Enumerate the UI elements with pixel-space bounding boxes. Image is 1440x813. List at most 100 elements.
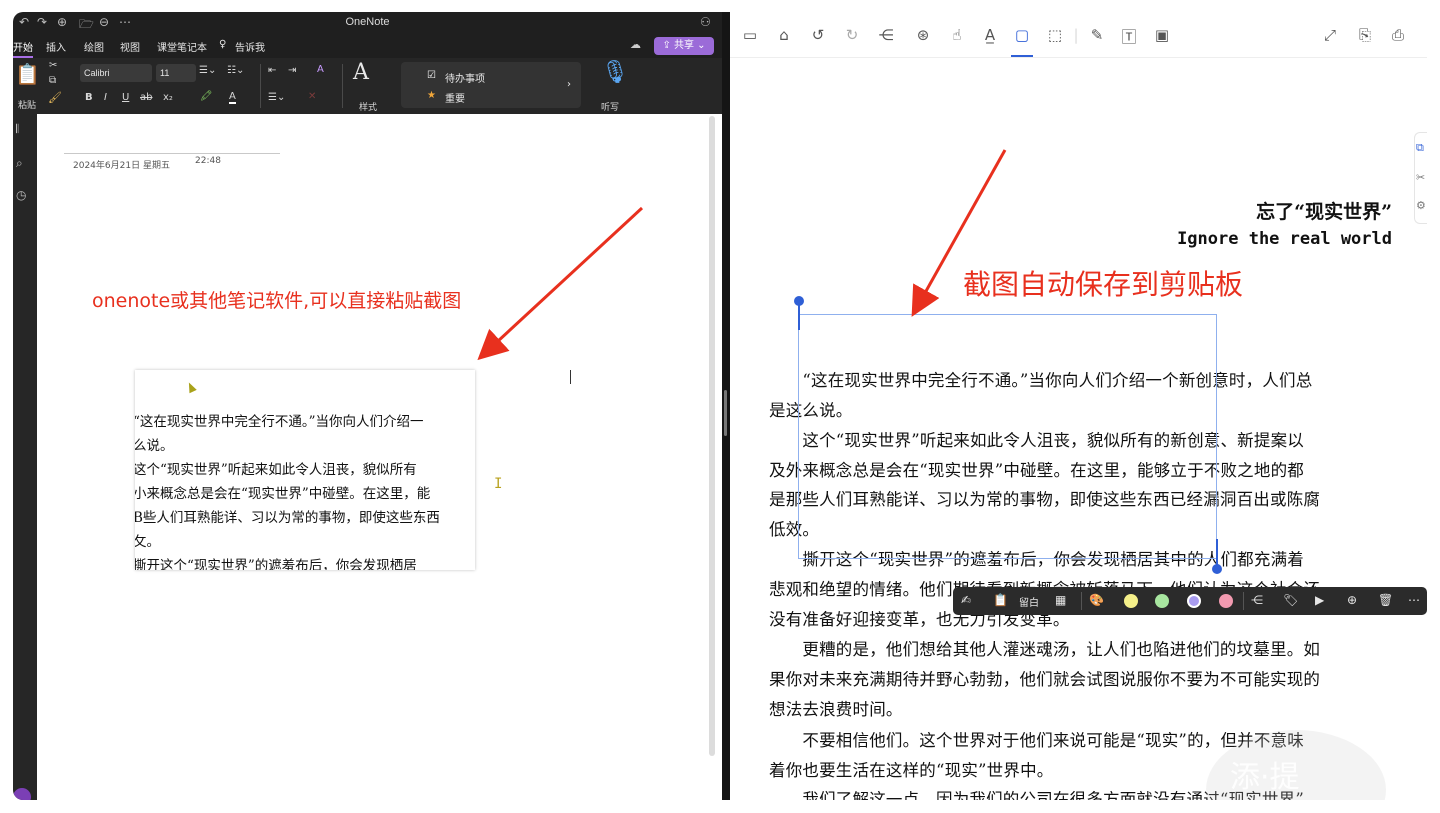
palette-icon[interactable]: 🎨	[1089, 593, 1104, 607]
note-page[interactable]: 2024年6月21日 星期五 22:48 onenote或其他笔记软件,可以直接…	[37, 114, 722, 800]
ribbon-divider	[342, 64, 343, 108]
chevron-right-icon[interactable]: ›	[567, 79, 571, 90]
trash-icon[interactable]: 🗑	[1378, 593, 1393, 607]
selection-caret-start	[798, 304, 800, 330]
indent-icon[interactable]: ⇥	[288, 65, 296, 76]
styles-label[interactable]: 样式	[359, 100, 377, 113]
mind-map-icon[interactable]: ⋲	[1251, 593, 1263, 607]
selection-handle-end[interactable]	[1212, 564, 1222, 574]
screenshot-tool-icon[interactable]: ▢	[1012, 26, 1032, 44]
color-green-icon[interactable]	[1155, 594, 1169, 608]
scrollbar[interactable]	[709, 116, 715, 756]
mind-map-icon[interactable]: ⋲	[876, 26, 896, 44]
search-icon[interactable]: ⌕	[16, 156, 23, 171]
fit-screen-icon[interactable]: ⤢	[1320, 26, 1340, 44]
clear-format-icon[interactable]: A	[317, 64, 324, 75]
rotate-left-icon[interactable]: ↺	[808, 26, 828, 44]
pasted-line: 撕开这个“现实世界”的遮羞布后，你会发现栖居	[135, 558, 417, 570]
tab-tell-me[interactable]: 告诉我	[235, 39, 265, 54]
share-button[interactable]: ⇪ 共享 ⌄	[654, 37, 714, 55]
styles-icon[interactable]: A	[353, 60, 369, 85]
clear-icon[interactable]: ✕	[308, 91, 316, 102]
margin-button[interactable]: 留白	[1019, 594, 1039, 609]
highlight-icon[interactable]: 🖍	[200, 91, 213, 102]
tag-icon[interactable]: 🏷	[1283, 593, 1298, 607]
italic-button[interactable]: I	[104, 92, 107, 103]
pasted-line: 攵。	[135, 534, 160, 550]
tab-view[interactable]: 视图	[120, 39, 140, 54]
hand-tool-icon[interactable]: ☝	[947, 26, 967, 44]
chapter-heading: 忘了“现实世界”	[1256, 201, 1392, 223]
pasted-screenshot[interactable]: “这在现实世界中完全行不通。”当你向人们介绍一 么说。 这个“现实世界”听起来如…	[135, 370, 475, 570]
send-icon[interactable]: ▶	[1315, 593, 1324, 607]
rotate-right-icon[interactable]: ↻	[842, 26, 862, 44]
numbered-list-icon[interactable]: ☷⌄	[227, 65, 244, 76]
tab-home[interactable]: 开始	[13, 39, 33, 58]
pen-icon[interactable]: ✎	[1087, 26, 1107, 44]
split-divider[interactable]	[722, 12, 730, 800]
divider-handle[interactable]	[724, 390, 727, 436]
avatar[interactable]	[13, 788, 31, 800]
note-icon[interactable]: ✍	[961, 593, 971, 607]
text-box-icon[interactable]: 🅃	[1119, 26, 1139, 47]
outdent-icon[interactable]: ⇤	[268, 65, 276, 76]
settings-icon[interactable]: ⚙	[1416, 199, 1426, 212]
more-icon[interactable]: ⋯	[1408, 593, 1420, 607]
copy-icon[interactable]: ⧉	[1416, 141, 1424, 155]
font-name-select[interactable]: Calibri	[80, 64, 152, 82]
side-panel-tab[interactable]: ⧉ ✂ ⚙	[1414, 132, 1427, 224]
color-purple-icon[interactable]	[1187, 594, 1201, 608]
image-icon[interactable]: ▣	[1152, 26, 1172, 44]
toolbar-divider	[1081, 592, 1082, 610]
search-doc-icon[interactable]: ⎘	[1355, 26, 1375, 44]
dictate-label[interactable]: 听写	[601, 100, 619, 113]
screenshot-selection[interactable]	[798, 314, 1217, 559]
copy-icon[interactable]: ⧉	[49, 75, 56, 86]
page-time: 22:48	[195, 156, 221, 166]
body-line: 着你也要生活在这样的“现实”世界中。	[769, 761, 1054, 780]
font-color-icon[interactable]: A	[229, 91, 236, 104]
cloud-sync-icon[interactable]: ☁	[630, 38, 641, 51]
table-icon[interactable]: ▦	[1055, 593, 1066, 607]
bullet-list-icon[interactable]: ☰⌄	[199, 65, 216, 76]
scroll-mode-icon[interactable]: ⊛	[913, 26, 933, 44]
color-yellow-icon[interactable]	[1124, 594, 1138, 608]
bookmark-icon[interactable]: ⎙	[1388, 26, 1408, 44]
body-line: 更糟的是，他们想给其他人灌迷魂汤，让人们也陷进他们的坟墓里。如	[769, 640, 1321, 659]
shape-select-icon[interactable]: ⬚	[1045, 26, 1065, 44]
sidebar-toggle-icon[interactable]: ▭	[740, 26, 760, 44]
cut-icon[interactable]: ✂	[49, 60, 57, 71]
translate-icon[interactable]: ⊕	[1347, 593, 1357, 607]
text-highlight-icon[interactable]: A̲	[980, 26, 1000, 44]
tag-important[interactable]: 重要	[445, 90, 465, 105]
bold-button[interactable]: B	[85, 92, 93, 103]
tags-gallery[interactable]: ☑ 待办事项 ★ 重要 ›	[401, 62, 581, 108]
share-network-icon[interactable]: ⚇	[700, 15, 711, 29]
notebooks-icon[interactable]: 𝄃	[16, 122, 19, 137]
recent-icon[interactable]: ◷	[16, 188, 26, 202]
paste-label[interactable]: 粘贴	[18, 98, 36, 111]
microphone-icon[interactable]: 🎙	[601, 60, 629, 85]
page-date: 2024年6月21日 星期五	[73, 161, 170, 171]
window-title: OneNote	[345, 16, 390, 28]
format-painter-icon[interactable]: 🖌	[48, 91, 62, 104]
tag-todo[interactable]: 待办事项	[445, 70, 485, 85]
tab-insert[interactable]: 插入	[46, 39, 66, 54]
notebook-sidebar: 𝄃 ⌕ ◷	[13, 114, 37, 800]
align-icon[interactable]: ☰⌄	[268, 92, 285, 103]
clipboard-icon[interactable]: 📋	[993, 593, 1008, 607]
ribbon: 📋 粘贴 ✂ ⧉ 🖌 Calibri 11 ☰⌄ ☷⌄ ⇤ ⇥ A B I U …	[13, 58, 722, 114]
body-line: 想法去浪费时间。	[769, 700, 903, 719]
page-title-line[interactable]	[64, 153, 280, 154]
tab-class-notebook[interactable]: 课堂笔记本	[157, 39, 207, 54]
library-icon[interactable]: ⌂	[774, 26, 794, 44]
strikethrough-button[interactable]: ab	[140, 92, 152, 103]
font-size-select[interactable]: 11	[156, 64, 196, 82]
clipboard-icon[interactable]: 📋	[15, 62, 40, 86]
underline-button[interactable]: U	[122, 92, 129, 103]
tab-draw[interactable]: 绘图	[84, 39, 104, 54]
color-pink-icon[interactable]	[1219, 594, 1233, 608]
subscript-button[interactable]: x₂	[163, 92, 173, 103]
cut-icon[interactable]: ✂	[1416, 171, 1425, 184]
font-size-value: 11	[160, 68, 170, 78]
